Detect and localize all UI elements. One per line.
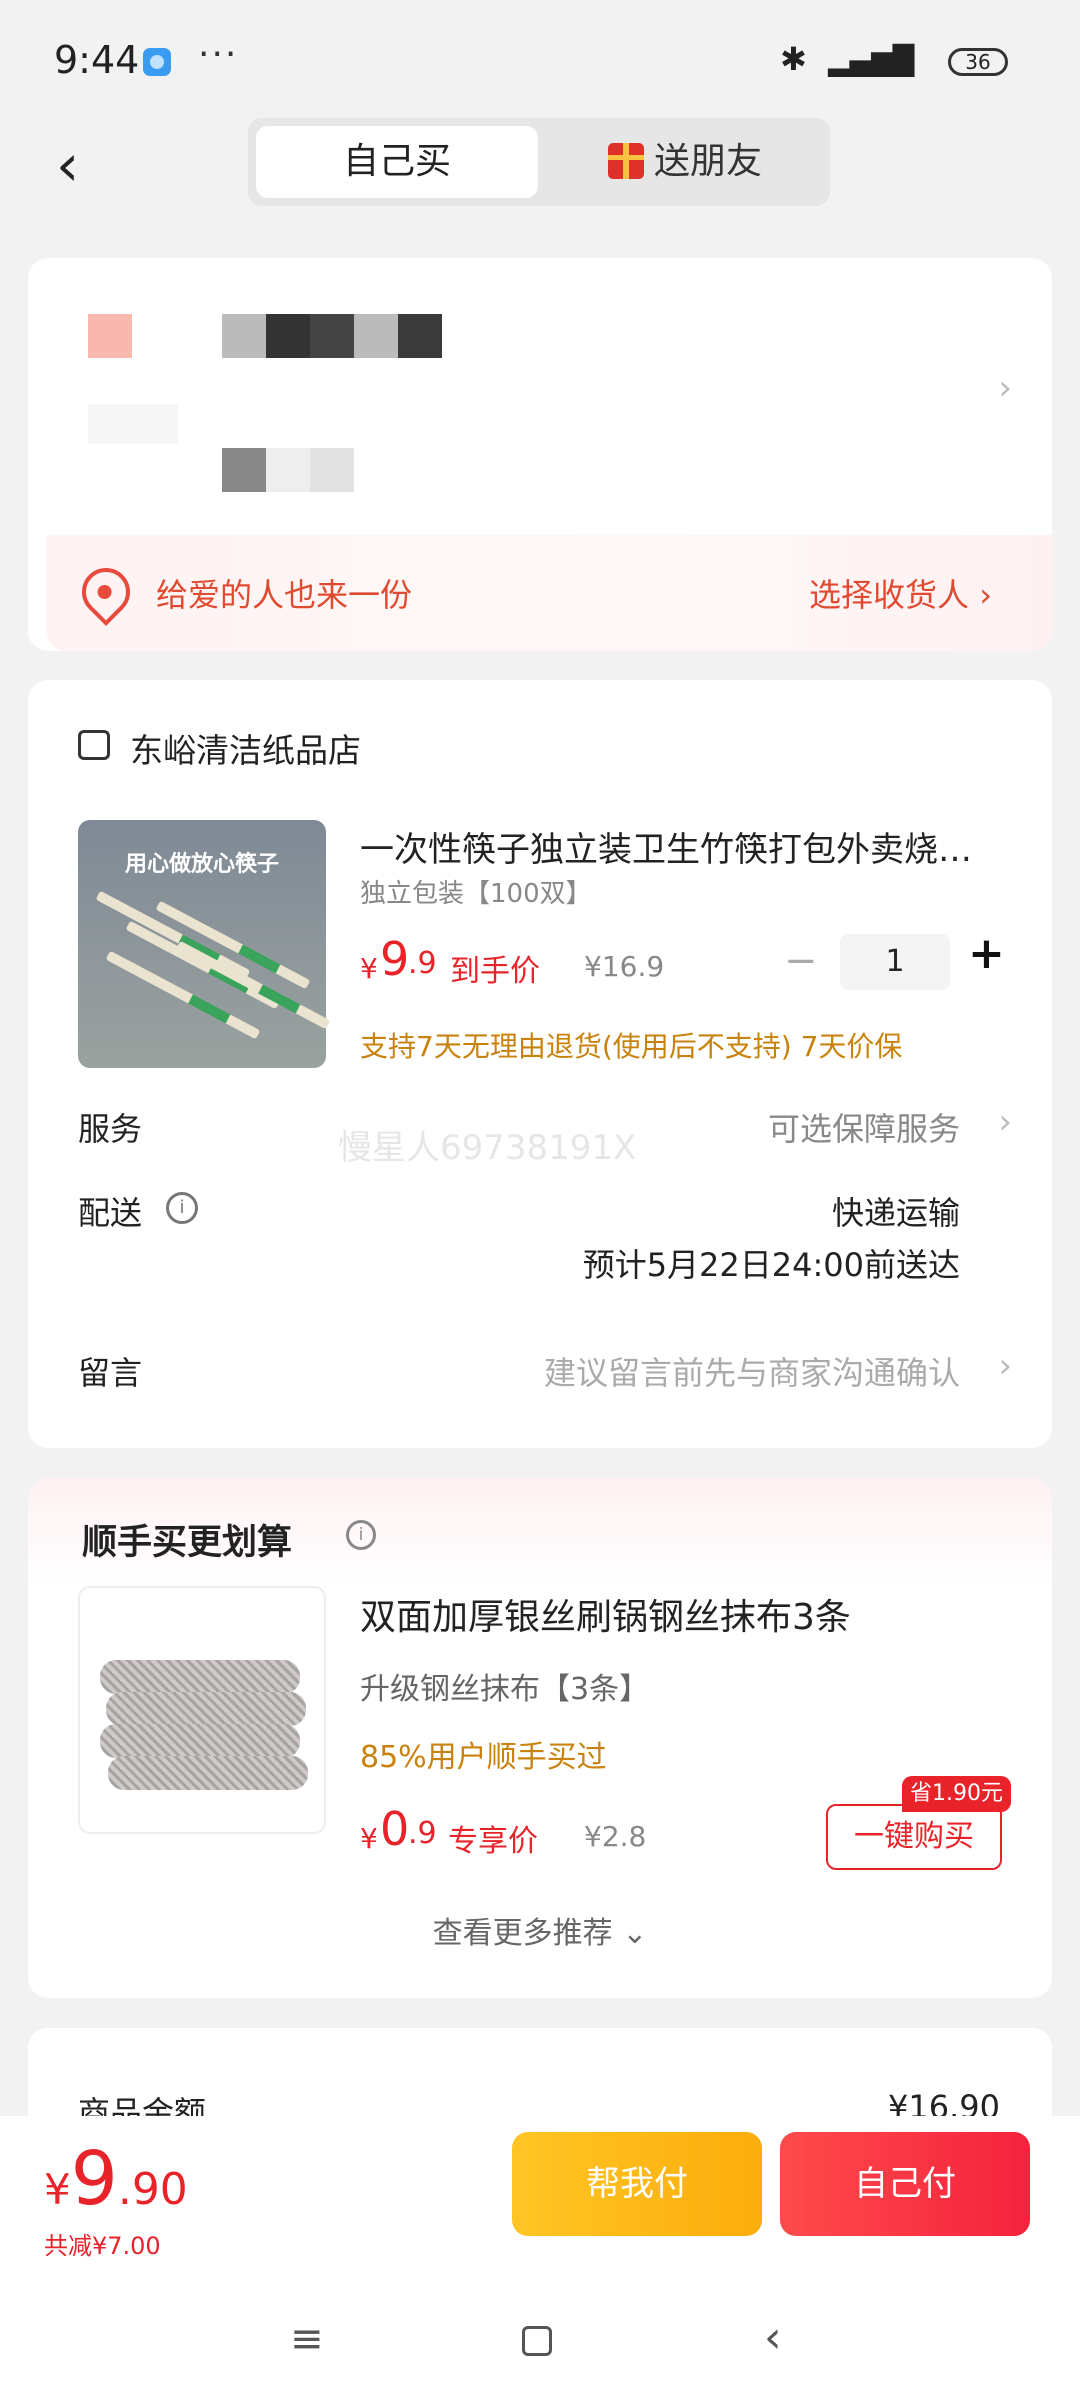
gift-icon: [607, 143, 644, 179]
redacted-block: [266, 314, 310, 358]
product-title[interactable]: 一次性筷子独立装卫生竹筷打包外卖烧…: [360, 822, 1020, 871]
watermark: 慢星人69738191X: [338, 1128, 637, 1168]
recommend-users-text: 85%用户顺手买过: [360, 1740, 607, 1775]
product-image-caption: 用心做放心筷子: [124, 852, 279, 877]
redacted-block: [88, 404, 178, 444]
home-icon[interactable]: [522, 2326, 552, 2356]
total-reduction: 共减¥7.00: [44, 2232, 161, 2260]
total-currency: ¥: [44, 2165, 71, 2214]
info-icon[interactable]: i: [166, 1192, 198, 1224]
service-value[interactable]: 可选保障服务: [768, 1104, 960, 1150]
status-time: 9:44: [54, 38, 140, 82]
quantity-decrease-button[interactable]: −: [784, 938, 818, 984]
total-decimal: .90: [117, 2164, 188, 2215]
tab-gift-label: 送朋友: [653, 141, 762, 182]
redacted-block: [398, 314, 442, 358]
original-price: ¥16.9: [584, 950, 665, 983]
redacted-block: [310, 314, 354, 358]
recommend-price-label: 专享价: [448, 1824, 538, 1859]
recommend-card: 顺手买更划算 i 双面加厚银丝刷锅钢丝抹布3条 升级钢丝抹布【3条】 85%用户…: [28, 1478, 1052, 1998]
see-more-link[interactable]: 查看更多推荐 ⌄: [28, 1908, 1052, 1952]
status-bar: 9:44 ··· ✱ ▂▄▆█ ◆ 36: [0, 0, 1080, 116]
quantity-input[interactable]: 1: [840, 934, 950, 990]
self-pay-button[interactable]: 自己付: [780, 2132, 1030, 2236]
note-input[interactable]: 建议留言前先与商家沟通确认: [544, 1348, 960, 1394]
recommend-product-spec: 升级钢丝抹布【3条】: [360, 1672, 650, 1707]
price-decimal: .9: [408, 946, 437, 981]
price-currency: ¥: [360, 952, 378, 985]
service-label: 服务: [78, 1110, 143, 1148]
guarantee-text: 支持7天无理由退货(使用后不支持) 7天价保: [360, 1030, 903, 1063]
recommend-price-decimal: .9: [408, 1816, 437, 1851]
delivery-eta: 预计5月22日24:00前送达: [582, 1246, 960, 1284]
back-icon[interactable]: ‹: [56, 136, 79, 194]
order-card: 东峪清洁纸品店 用心做放心筷子 一次性筷子独立装卫生竹筷打包外卖烧… 独立包装【…: [28, 680, 1052, 1448]
more-notifications-icon: ···: [198, 34, 239, 75]
redacted-block: [354, 314, 398, 358]
info-icon[interactable]: i: [346, 1520, 376, 1550]
app-notification-icon: [143, 48, 171, 76]
chevron-right-icon: ›: [998, 1346, 1012, 1386]
bluetooth-icon: ✱: [780, 40, 807, 78]
product-spec[interactable]: 独立包装【100双】: [360, 873, 592, 910]
recommend-product-image[interactable]: [78, 1586, 326, 1834]
price-integer: 9: [380, 932, 410, 986]
recommend-price-integer: 0: [380, 1802, 410, 1856]
delivery-label: 配送: [78, 1194, 143, 1232]
redacted-block: [222, 314, 266, 358]
battery-icon: 36: [948, 48, 1008, 76]
choose-receiver-link[interactable]: 选择收货人 ›: [809, 570, 992, 616]
note-label: 留言: [78, 1354, 143, 1392]
help-pay-button[interactable]: 帮我付: [512, 2132, 762, 2236]
redacted-block: [310, 448, 354, 492]
one-click-buy-button[interactable]: 一键购买: [826, 1804, 1002, 1870]
delivery-method: 快递运输: [831, 1194, 960, 1232]
system-back-icon[interactable]: ‹: [764, 2312, 782, 2363]
redacted-block: [266, 448, 310, 492]
gift-prompt-text: 给爱的人也来一份: [156, 576, 413, 614]
store-name[interactable]: 东峪清洁纸品店: [130, 724, 361, 772]
chevron-right-icon: ›: [998, 368, 1012, 408]
purchase-mode-switch: 自己买 送朋友: [248, 118, 830, 206]
recommend-price-currency: ¥: [360, 1822, 378, 1855]
recommend-product-name[interactable]: 双面加厚银丝刷锅钢丝抹布3条: [360, 1588, 851, 1640]
total-price: ¥9.90: [44, 2136, 188, 2222]
save-badge: 省1.90元: [902, 1776, 1011, 1812]
store-icon: [78, 730, 110, 760]
redacted-block: [222, 448, 266, 492]
product-image[interactable]: 用心做放心筷子: [78, 820, 331, 1068]
recommend-original-price: ¥2.8: [584, 1820, 647, 1853]
redacted-block: [88, 314, 132, 358]
recommend-title: 顺手买更划算: [82, 1523, 293, 1563]
tab-gift-friend[interactable]: 送朋友: [548, 126, 822, 198]
checkout-bar: ¥9.90 共减¥7.00 帮我付 自己付 ≡ ‹: [0, 2116, 1080, 2400]
total-integer: 9: [70, 2136, 118, 2222]
menu-icon[interactable]: ≡: [290, 2316, 324, 2362]
price-label: 到手价: [450, 954, 540, 989]
tab-self-buy[interactable]: 自己买: [256, 126, 538, 198]
chevron-right-icon: ›: [998, 1102, 1012, 1142]
quantity-increase-button[interactable]: +: [968, 928, 1005, 979]
wifi-icon: ◆: [888, 40, 913, 78]
address-card[interactable]: › 给爱的人也来一份 选择收货人 ›: [28, 258, 1052, 651]
